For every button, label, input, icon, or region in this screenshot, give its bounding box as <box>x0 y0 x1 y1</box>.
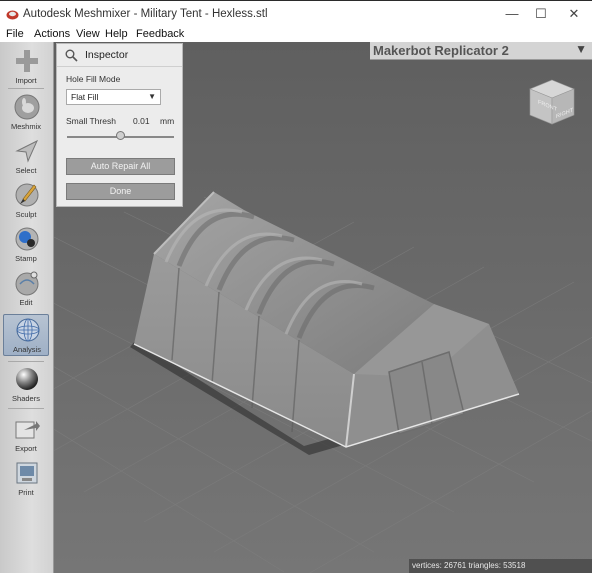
title-bar: Autodesk Meshmixer - Military Tent - Hex… <box>0 0 592 27</box>
edit-sphere-icon <box>15 271 39 296</box>
small-thresh-slider-knob[interactable] <box>116 131 125 140</box>
arrow-cursor-icon <box>15 139 39 163</box>
menu-actions[interactable]: Actions <box>34 27 70 42</box>
menu-bar: File Actions View Help Feedback <box>0 27 592 42</box>
tool-sculpt[interactable]: Sculpt <box>3 180 49 220</box>
menu-file[interactable]: File <box>6 27 24 42</box>
shader-sphere-icon <box>16 368 38 390</box>
search-icon <box>65 49 78 62</box>
view-navigation-cube[interactable]: FRONT RIGHT <box>527 78 577 128</box>
inspector-title: Inspector <box>85 49 129 61</box>
hole-fill-mode-label: Hole Fill Mode <box>66 74 121 84</box>
tool-print[interactable]: Print <box>3 458 49 498</box>
toolbar-divider <box>8 408 44 409</box>
tool-meshmix[interactable]: Meshmix <box>3 92 49 132</box>
plus-icon <box>16 50 38 72</box>
left-toolbar: Import Meshmix Select Sculpt Stamp Edit … <box>0 42 54 573</box>
tool-edit[interactable]: Edit <box>3 268 49 308</box>
tool-import[interactable]: Import <box>3 46 49 86</box>
small-thresh-value[interactable]: 0.01 <box>133 116 150 126</box>
bunny-sphere-icon <box>14 94 40 120</box>
menu-help[interactable]: Help <box>105 27 128 42</box>
close-button[interactable]: ✕ <box>559 5 589 23</box>
inspector-panel: Inspector Hole Fill Mode Flat Fill ▼ Sma… <box>56 43 183 207</box>
tool-analysis[interactable]: Analysis <box>3 314 49 356</box>
print-icon <box>16 462 38 484</box>
mesh-stats-status: vertices: 26761 triangles: 53518 <box>409 559 592 573</box>
tool-select[interactable]: Select <box>3 136 49 176</box>
tool-label: Sculpt <box>15 210 37 219</box>
toolbar-divider <box>8 361 44 362</box>
small-thresh-label: Small Thresh <box>66 116 116 126</box>
analysis-sphere-icon <box>16 318 40 342</box>
maximize-button[interactable]: ☐ <box>526 5 556 23</box>
tool-shaders[interactable]: Shaders <box>3 364 49 404</box>
menu-view[interactable]: View <box>76 27 100 42</box>
hole-fill-mode-dropdown[interactable]: Flat Fill ▼ <box>66 89 161 105</box>
tool-label: Print <box>18 488 34 497</box>
window-title: Autodesk Meshmixer - Military Tent - Hex… <box>23 8 268 20</box>
tool-stamp[interactable]: Stamp <box>3 224 49 264</box>
export-icon <box>15 421 40 439</box>
tool-label: Shaders <box>12 394 40 403</box>
tool-label: Stamp <box>15 254 37 263</box>
chevron-down-icon: ▼ <box>148 92 156 101</box>
menu-feedback[interactable]: Feedback <box>136 27 184 42</box>
tool-label: Export <box>15 444 37 453</box>
done-button[interactable]: Done <box>66 183 175 200</box>
tool-label: Import <box>15 76 37 85</box>
printer-selector[interactable]: Makerbot Replicator 2 ▼ <box>370 42 592 60</box>
meshmixer-logo-icon <box>6 10 19 20</box>
tool-label: Meshmix <box>10 122 41 131</box>
minimize-button[interactable]: — <box>497 5 527 23</box>
auto-repair-all-button[interactable]: Auto Repair All <box>66 158 175 175</box>
tool-label: Select <box>15 166 37 175</box>
hole-fill-mode-value: Flat Fill <box>71 92 99 102</box>
toolbar-divider <box>8 88 44 89</box>
small-thresh-unit: mm <box>160 116 175 126</box>
tool-label: Analysis <box>13 345 41 354</box>
tool-export[interactable]: Export <box>3 414 49 454</box>
chevron-down-icon: ▼ <box>575 42 587 56</box>
stamp-icon <box>15 227 39 251</box>
tool-label: Edit <box>19 298 33 307</box>
printer-name: Makerbot Replicator 2 <box>373 43 509 58</box>
brush-icon <box>15 183 39 207</box>
inspector-header: Inspector <box>57 44 182 67</box>
